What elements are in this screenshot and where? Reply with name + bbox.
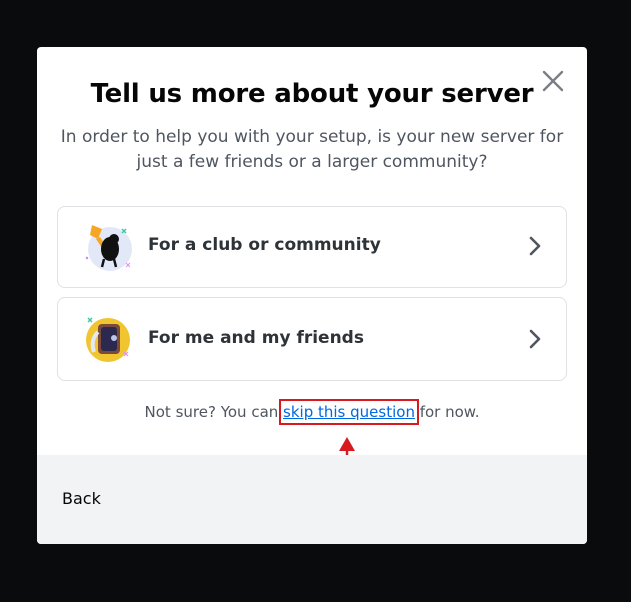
chevron-right-icon: [528, 235, 542, 257]
club-illustration-icon: [82, 219, 138, 275]
modal-subtitle: In order to help you with your setup, is…: [60, 127, 564, 172]
option-label: For me and my friends: [148, 328, 364, 348]
option-me-and-friends[interactable]: For me and my friends: [57, 297, 567, 381]
back-button[interactable]: Back: [62, 489, 101, 508]
option-label: For a club or community: [148, 235, 381, 255]
modal-title: Tell us more about your server: [90, 79, 534, 109]
skip-suffix-text: for now.: [414, 403, 480, 421]
chevron-right-icon: [528, 328, 542, 350]
create-server-modal: Tell us more about your server In order …: [37, 47, 587, 544]
skip-question-link[interactable]: skip this question: [279, 399, 419, 425]
skip-prefix-text: Not sure? You can: [144, 403, 284, 421]
skip-question-row: Not sure? You can skip this question for…: [37, 399, 587, 425]
modal-footer: Back: [37, 455, 587, 544]
friends-illustration-icon: [82, 310, 138, 366]
option-club-community[interactable]: For a club or community: [57, 206, 567, 288]
